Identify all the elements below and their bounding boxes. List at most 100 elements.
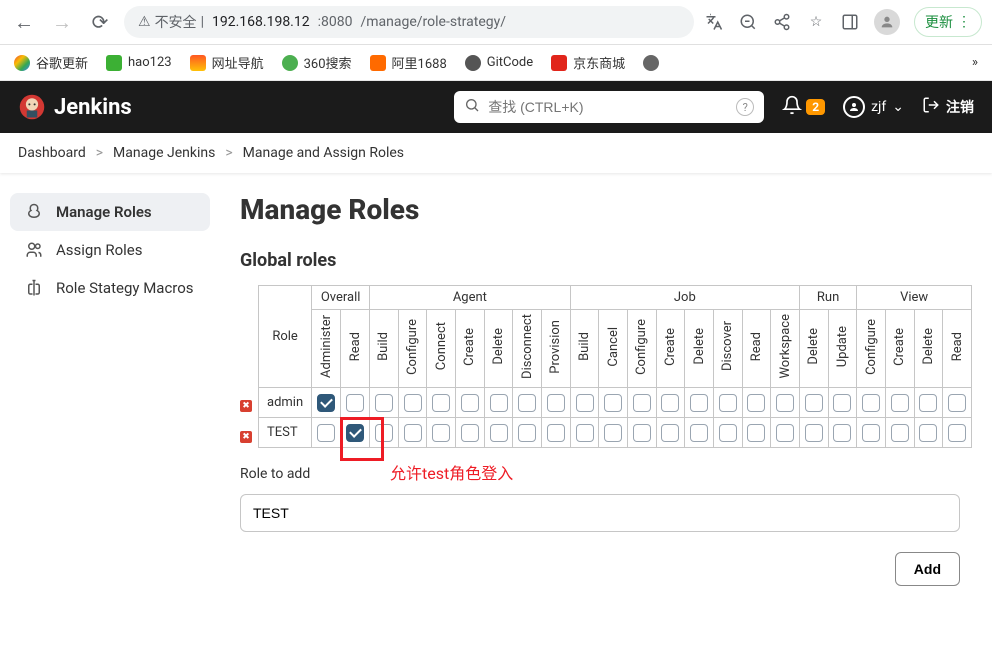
sidebar-item[interactable]: Role Stategy Macros (10, 269, 210, 307)
delete-role-button[interactable]: ✖ (240, 400, 252, 412)
breadcrumb-link[interactable]: Dashboard (18, 145, 86, 161)
permission-header: Build (370, 310, 399, 388)
permission-checkbox[interactable] (633, 424, 651, 442)
permission-checkbox[interactable] (547, 424, 565, 442)
permission-checkbox[interactable] (518, 424, 536, 442)
permission-checkbox[interactable] (317, 394, 335, 412)
breadcrumb-link[interactable]: Manage and Assign Roles (243, 145, 404, 161)
bookmark-item[interactable]: 360搜索 (282, 53, 352, 72)
permission-checkbox[interactable] (404, 394, 422, 412)
permission-checkbox[interactable] (805, 424, 823, 442)
permission-checkbox[interactable] (919, 424, 937, 442)
permission-checkbox[interactable] (776, 394, 794, 412)
search-icon (464, 97, 480, 117)
permission-checkbox[interactable] (346, 424, 364, 442)
notifications-button[interactable]: 2 (782, 95, 825, 119)
permission-checkbox[interactable] (661, 394, 679, 412)
jenkins-logo-icon (18, 93, 46, 121)
kebab-icon: ⋮ (957, 14, 971, 30)
permission-checkbox[interactable] (432, 424, 450, 442)
sidebar-item-label: Manage Roles (56, 203, 152, 221)
forward-button[interactable]: → (48, 8, 76, 36)
role-to-add-input[interactable] (240, 494, 960, 532)
sidebar-item[interactable]: Assign Roles (10, 231, 210, 269)
help-icon[interactable]: ? (736, 98, 754, 116)
jenkins-logo[interactable]: Jenkins (18, 93, 132, 121)
bookmark-favicon (643, 55, 659, 71)
permission-checkbox[interactable] (547, 394, 565, 412)
zoom-out-icon[interactable] (738, 12, 758, 32)
permission-checkbox[interactable] (919, 394, 937, 412)
permission-checkbox[interactable] (404, 424, 422, 442)
sidebar-item[interactable]: Manage Roles (10, 193, 210, 231)
warning-icon: ⚠ (138, 14, 151, 30)
permission-checkbox[interactable] (432, 394, 450, 412)
permission-checkbox[interactable] (747, 424, 765, 442)
browser-update-button[interactable]: 更新 ⋮ (914, 7, 982, 37)
bookmark-item[interactable]: GitCode (465, 55, 533, 71)
user-menu[interactable]: zjf ⌄ (843, 96, 904, 118)
bookmarks-overflow[interactable]: » (972, 55, 978, 70)
sidebar-icon (24, 241, 44, 259)
permission-checkbox[interactable] (518, 394, 536, 412)
bookmark-item[interactable]: 京东商城 (551, 53, 625, 72)
permission-checkbox[interactable] (747, 394, 765, 412)
permission-checkbox[interactable] (317, 424, 335, 442)
bookmark-item[interactable]: 网址导航 (190, 53, 264, 72)
permission-header: Cancel (599, 310, 628, 388)
share-icon[interactable] (772, 12, 792, 32)
bookmark-favicon (465, 55, 481, 71)
permission-checkbox[interactable] (891, 394, 909, 412)
permission-checkbox[interactable] (576, 394, 594, 412)
permission-checkbox[interactable] (633, 394, 651, 412)
star-icon[interactable]: ☆ (806, 12, 826, 32)
back-button[interactable]: ← (10, 8, 38, 36)
permission-checkbox[interactable] (862, 394, 880, 412)
logout-button[interactable]: 注销 (922, 96, 974, 118)
permission-header: Read (943, 310, 972, 388)
translate-icon[interactable] (704, 12, 724, 32)
bookmark-item[interactable] (643, 55, 659, 71)
permission-checkbox[interactable] (490, 394, 508, 412)
reload-button[interactable]: ⟳ (86, 8, 114, 36)
search-input[interactable] (488, 99, 728, 115)
bookmark-item[interactable]: 阿里1688 (370, 53, 447, 72)
permission-checkbox[interactable] (833, 424, 851, 442)
permission-checkbox[interactable] (576, 424, 594, 442)
insecure-label: 不安全 (155, 12, 197, 32)
permission-checkbox[interactable] (862, 424, 880, 442)
permission-header: Administer (312, 310, 341, 388)
permission-checkbox[interactable] (719, 424, 737, 442)
permission-checkbox[interactable] (948, 424, 966, 442)
bookmark-item[interactable]: hao123 (106, 55, 172, 71)
permission-checkbox[interactable] (805, 394, 823, 412)
search-box[interactable]: ? (454, 91, 764, 123)
permission-checkbox[interactable] (461, 424, 479, 442)
permission-header: Configure (398, 310, 427, 388)
permission-checkbox[interactable] (604, 394, 622, 412)
bookmark-favicon (282, 55, 298, 71)
breadcrumb-link[interactable]: Manage Jenkins (113, 145, 215, 161)
permission-checkbox[interactable] (948, 394, 966, 412)
permission-checkbox[interactable] (375, 424, 393, 442)
profile-avatar[interactable] (874, 9, 900, 35)
permission-checkbox[interactable] (891, 424, 909, 442)
permission-checkbox[interactable] (661, 424, 679, 442)
delete-role-button[interactable]: ✖ (240, 431, 252, 443)
url-bar[interactable]: ⚠ 不安全 | 192.168.198.12:8080/manage/role-… (124, 6, 694, 38)
add-button[interactable]: Add (895, 552, 960, 586)
permission-checkbox[interactable] (833, 394, 851, 412)
permission-checkbox[interactable] (461, 394, 479, 412)
permission-checkbox[interactable] (375, 394, 393, 412)
permission-header: Connect (427, 310, 456, 388)
permission-checkbox[interactable] (604, 424, 622, 442)
permission-checkbox[interactable] (776, 424, 794, 442)
permission-checkbox[interactable] (690, 424, 708, 442)
permission-checkbox[interactable] (719, 394, 737, 412)
permission-checkbox[interactable] (346, 394, 364, 412)
panel-icon[interactable] (840, 12, 860, 32)
url-host: 192.168.198.12 (212, 14, 310, 30)
bookmark-item[interactable]: 谷歌更新 (14, 53, 88, 72)
permission-checkbox[interactable] (490, 424, 508, 442)
permission-checkbox[interactable] (690, 394, 708, 412)
